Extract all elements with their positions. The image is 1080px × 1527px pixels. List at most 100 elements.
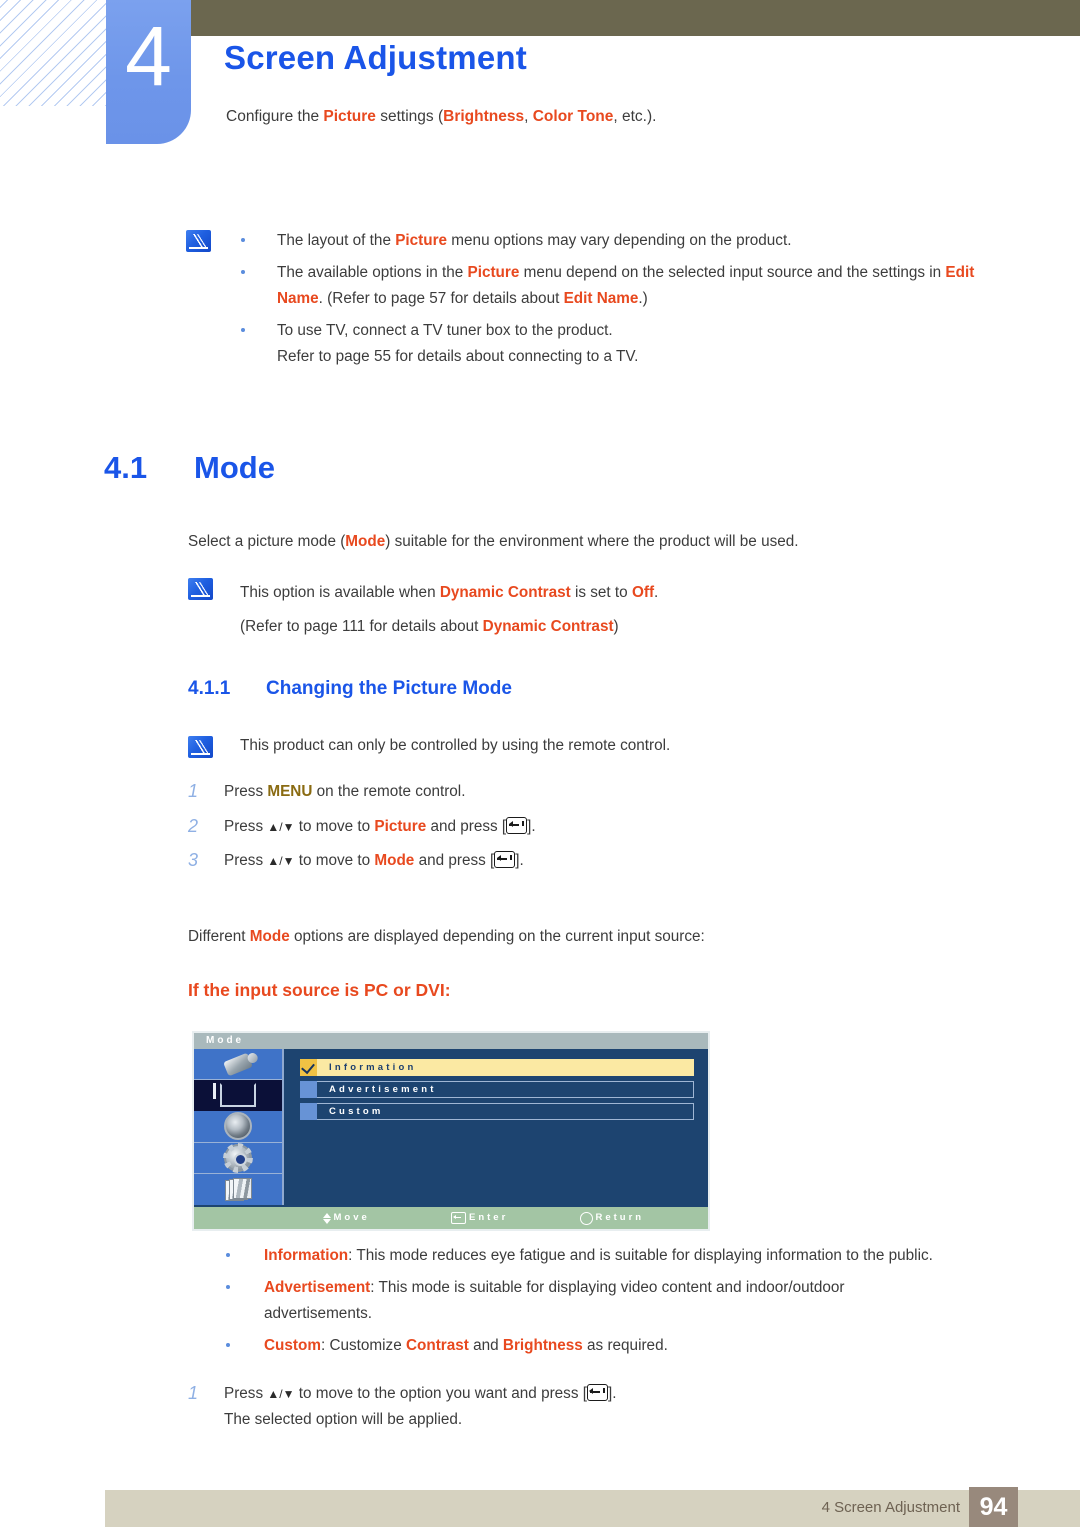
picture-icon (213, 1083, 256, 1108)
note-list-item: To use TV, connect a TV tuner box to the… (241, 318, 1016, 370)
text-run: Select a picture mode ( (188, 533, 346, 550)
mode-description-item: Custom: Customize Contrast and Brightnes… (226, 1333, 1016, 1359)
text-run: : This mode is suitable for displaying v… (370, 1279, 845, 1296)
highlight-term: Mode (374, 852, 415, 869)
section-4-1-1-note: This product can only be controlled by u… (188, 734, 1018, 758)
highlight-term: Picture (395, 232, 448, 249)
step-text: Press ▲/▼ to move to Picture and press [… (224, 814, 988, 840)
text-run: The available options in the (277, 264, 468, 281)
text-run: as required. (582, 1337, 668, 1354)
note-list-item: The available options in the Picture men… (241, 260, 1016, 312)
menu-chip (300, 1103, 317, 1120)
osd-footer-hint: Move (322, 1207, 370, 1229)
decorative-hatch-pattern (0, 0, 106, 106)
text-run: ]. (515, 852, 524, 869)
mode-description-item: Advertisement: This mode is suitable for… (226, 1275, 1016, 1327)
osd-menu-row[interactable]: Information (300, 1059, 694, 1076)
mode-description-text: Information: This mode reduces eye fatig… (264, 1247, 933, 1264)
chapter-subtitle: Configure the Picture settings (Brightne… (226, 106, 656, 128)
bullet-dot (241, 270, 245, 274)
step-text: Press ▲/▼ to move to the option you want… (224, 1381, 988, 1433)
updown-arrow-icon: ▲/▼ (267, 820, 295, 834)
osd-sidebar-item[interactable] (194, 1111, 282, 1143)
bullet-dot (226, 1253, 230, 1257)
checkmark-icon (300, 1059, 317, 1076)
check-glyph (301, 1059, 315, 1075)
text-run: and (468, 1337, 503, 1354)
subsection-title: Changing the Picture Mode (266, 678, 512, 699)
note-text: The layout of the Picture menu options m… (277, 232, 791, 249)
enter-key-icon (586, 1384, 608, 1401)
osd-menu-label: Custom (317, 1103, 694, 1120)
text-run: settings ( (375, 108, 444, 125)
text-run: menu options may vary depending on the p… (447, 232, 792, 249)
top-note-list: The layout of the Picture menu options m… (241, 228, 1016, 370)
note-list-item: The layout of the Picture menu options m… (241, 228, 1016, 254)
step-number: 1 (188, 1383, 199, 1403)
multi-control-icon (225, 1178, 252, 1202)
text-run: . (Refer to page 57 for details about (318, 290, 564, 307)
text-run: to move to (294, 852, 375, 869)
text-run: to move to the option you want and press… (294, 1385, 587, 1402)
page-title: Screen Adjustment (224, 39, 527, 76)
osd-sidebar-item[interactable] (194, 1174, 282, 1205)
highlight-term: Dynamic Contrast (482, 618, 614, 635)
osd-footer-label: Enter (469, 1212, 509, 1223)
enter-key-icon (451, 1212, 466, 1224)
updown-arrow-icon: ▲/▼ (267, 854, 295, 868)
osd-sidebar-item[interactable] (194, 1080, 282, 1112)
mode-description-list: Information: This mode reduces eye fatig… (226, 1243, 1016, 1365)
mode-description-item: Information: This mode reduces eye fatig… (226, 1243, 1016, 1269)
text-run: Press (224, 1385, 268, 1402)
osd-menu-row[interactable]: Advertisement (300, 1081, 694, 1098)
highlight-term: Off (631, 584, 655, 601)
updown-arrow-icon (322, 1212, 331, 1224)
text-run: to move to (294, 818, 375, 835)
step-number: 3 (188, 850, 199, 870)
highlight-term: Mode (249, 928, 290, 945)
mode-description-continuation: advertisements. (264, 1305, 372, 1322)
text-run: ]. (607, 1385, 617, 1402)
text-run: Press (224, 852, 268, 869)
section-title: Mode (194, 450, 275, 485)
osd-footer-label: Return (595, 1212, 645, 1223)
menu-chip (300, 1081, 317, 1098)
bullet-dot (241, 328, 245, 332)
bullet-dot (226, 1285, 230, 1289)
text-run: (Refer to page 111 for details about (240, 618, 483, 635)
highlight-term: Contrast (405, 1337, 469, 1354)
enter-key-icon (494, 851, 516, 868)
osd-sidebar (194, 1049, 284, 1205)
text-run: ) suitable for the environment where the… (385, 533, 799, 550)
section-heading-4-1: 4.1 Mode (104, 450, 275, 486)
highlight-term: Information (264, 1247, 349, 1264)
note-text: The available options in the Picture men… (277, 264, 974, 307)
osd-menu-row[interactable]: Custom (300, 1103, 694, 1120)
osd-sidebar-item[interactable] (194, 1049, 282, 1081)
final-step-item: 1 Press ▲/▼ to move to the option you wan… (188, 1381, 988, 1433)
different-modes-text: Different Mode options are displayed dep… (188, 924, 1018, 950)
osd-menu-list: Information Advertisement Custom (286, 1049, 708, 1205)
text-run: This option is available when (240, 584, 440, 601)
osd-menu-label: Advertisement (317, 1081, 694, 1098)
highlight-term: Advertisement (264, 1279, 371, 1296)
page-number: 94 (969, 1487, 1018, 1527)
highlight-term: Custom (264, 1337, 321, 1354)
text-run: To use TV, connect a TV tuner box to the… (277, 322, 613, 339)
text-run: ]. (527, 818, 536, 835)
osd-sidebar-item[interactable] (194, 1143, 282, 1174)
highlight-term: Picture (467, 264, 520, 281)
updown-arrow-icon: ▲/▼ (267, 1387, 295, 1401)
enter-key-icon (506, 817, 528, 834)
note-line-2: (Refer to page 111 for details about Dyn… (240, 610, 1018, 644)
footer-label: 4 Screen Adjustment (821, 1499, 960, 1516)
text-run: , etc.). (613, 108, 657, 125)
section-4-1-intro: Select a picture mode (Mode) suitable fo… (188, 529, 1018, 555)
note-pen-icon (188, 578, 213, 600)
input-source-heading: If the input source is PC or DVI: (188, 980, 451, 1000)
subsection-number: 4.1.1 (188, 678, 231, 699)
note-text: To use TV, connect a TV tuner box to the… (277, 322, 613, 339)
text-run: Press (224, 783, 268, 800)
osd-footer-hint: Return (579, 1207, 645, 1229)
section-4-1-note: This option is available when Dynamic Co… (188, 576, 1018, 644)
